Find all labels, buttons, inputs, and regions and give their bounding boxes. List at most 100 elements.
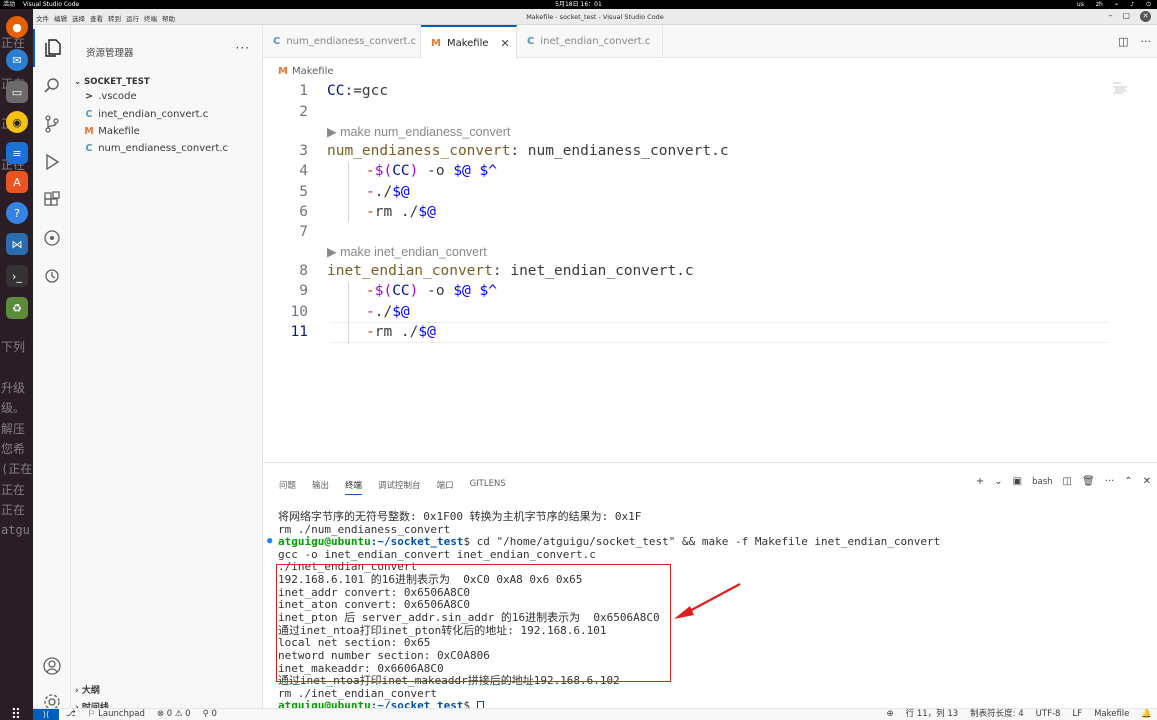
help-icon[interactable]: ? — [6, 202, 28, 224]
chevron-right-icon: > — [85, 91, 93, 102]
annotation-arrow — [674, 583, 741, 619]
sidebar-title: 资源管理器 — [86, 48, 134, 59]
thunderbird-icon[interactable]: ✉ — [6, 49, 28, 71]
maximize-icon[interactable]: ▢ — [1122, 11, 1130, 22]
code-token: CC — [392, 163, 410, 179]
problems-indicator[interactable]: ⊗ 0 ⚠ 0 — [157, 709, 191, 720]
code-token: $@ — [453, 163, 471, 179]
code-line[interactable]: 1 CC:=gcc — [230, 81, 1124, 101]
more-actions-icon[interactable]: ··· — [1141, 35, 1152, 48]
workspace-folder-label: SOCKET_TEST — [84, 77, 150, 87]
tab-problems[interactable]: 问题 — [279, 479, 296, 495]
tab-num-endianess-convert[interactable]: Cnum_endianess_convert.c — [263, 25, 421, 58]
remote-indicator-icon[interactable]: ⟩⟨ — [33, 709, 59, 720]
terminal-shell-label[interactable]: bash — [1032, 477, 1052, 487]
notifications-icon[interactable]: 🔔 — [1141, 709, 1152, 720]
code-line[interactable]: 4 -$(CC) -o $@ $^ — [230, 161, 1124, 181]
run-debug-icon[interactable] — [33, 143, 71, 181]
power-icon[interactable]: ⏻ — [1146, 0, 1151, 9]
code-editor[interactable]: 1 CC:=gcc 2 ▶ make num_endianess_convert … — [230, 73, 1124, 453]
terminal-dock-icon[interactable]: ›_ — [6, 265, 28, 287]
code-line[interactable]: 6 -rm ./$@ — [230, 202, 1124, 222]
outline-section[interactable]: › 大纲 — [75, 683, 100, 696]
rhythmbox-icon[interactable]: ◉ — [6, 111, 28, 133]
extensions-icon[interactable] — [33, 181, 71, 219]
code-line[interactable]: 5 -./$@ — [230, 182, 1124, 202]
line-number: 9 — [299, 283, 308, 299]
code-token: - — [366, 204, 375, 220]
workspace-folder[interactable]: ⌄ SOCKET_TEST — [74, 77, 150, 87]
desktop: 活动 Visual Studio Code 5月18日 16：01 us zh … — [0, 0, 1157, 720]
more-actions-icon[interactable]: ··· — [1105, 476, 1115, 487]
code-token: rm ./ — [374, 204, 419, 220]
gitlens-icon[interactable] — [33, 219, 71, 257]
tab-terminal[interactable]: 终端 — [345, 479, 363, 495]
writer-icon[interactable]: ≡ — [6, 142, 28, 164]
command-decoration-icon[interactable]: ● — [267, 535, 272, 548]
split-editor-icon[interactable]: ◫ — [1118, 35, 1128, 48]
terminal-shell-icon: ▣ — [1012, 476, 1023, 487]
close-panel-icon[interactable]: ✕ — [1143, 476, 1151, 487]
code-token: : num_endianess_convert.c — [510, 143, 729, 159]
status-bar: ⟩⟨ ⎇ ⚐ Launchpad ⊗ 0 ⚠ 0 ⚲ 0 ⊕ 行 11，列 13… — [33, 708, 1157, 720]
minimize-icon[interactable]: – — [1108, 11, 1112, 22]
close-tab-icon[interactable]: ✕ — [501, 37, 510, 50]
code-line[interactable]: 2 — [230, 102, 1124, 122]
vscode-dock-icon[interactable]: ⋈ — [6, 233, 28, 255]
tab-debug-console[interactable]: 调试控制台 — [378, 479, 421, 495]
code-line[interactable]: 8 inet_endian_convert: inet_endian_conver… — [230, 261, 1124, 281]
split-terminal-icon[interactable]: ◫ — [1063, 476, 1072, 487]
code-token: $@ — [418, 324, 436, 340]
code-line[interactable]: 3 num_endianess_convert: num_endianess_co… — [230, 141, 1124, 161]
code-line[interactable]: 9 -$(CC) -o $@ $^ — [230, 281, 1124, 301]
code-token: - — [366, 184, 375, 200]
tab-gitlens[interactable]: GITLENS — [470, 479, 506, 495]
network-icon[interactable]: ⌁ — [1115, 0, 1119, 9]
tree-item-label: .vscode — [98, 91, 137, 102]
code-line[interactable]: 7 — [230, 222, 1124, 242]
clock[interactable]: 5月18日 16：01 — [0, 0, 1157, 9]
language-mode[interactable]: Makefile — [1094, 709, 1129, 720]
software-icon[interactable]: A — [6, 171, 28, 193]
line-number: 6 — [299, 204, 308, 220]
tab-output[interactable]: 输出 — [312, 479, 329, 495]
volume-icon[interactable]: ♪ — [1130, 0, 1134, 9]
more-actions-icon[interactable]: ··· — [236, 41, 250, 55]
code-token: - — [366, 304, 375, 320]
maximize-panel-icon[interactable]: ⌃ — [1124, 476, 1132, 487]
files-icon[interactable]: ▭ — [6, 81, 28, 103]
source-control-icon[interactable] — [33, 105, 71, 143]
trash-icon[interactable]: ♻ — [6, 297, 28, 319]
code-token: $^ — [479, 163, 497, 179]
sync-icon[interactable]: ⎇ — [66, 709, 76, 720]
zoom-icon[interactable]: ⊕ — [887, 709, 894, 720]
window-title: Makefile - socket_test - Visual Studio C… — [526, 13, 664, 21]
launchpad-item[interactable]: ⚐ Launchpad — [88, 709, 145, 720]
show-apps-icon[interactable]: ⠿ — [5, 705, 27, 720]
search-icon[interactable] — [33, 67, 71, 105]
codelens-make-num-endianess[interactable]: ▶ make num_endianess_convert — [327, 122, 510, 142]
firefox-icon[interactable]: ● — [6, 16, 28, 38]
code-token: $@ — [418, 204, 436, 220]
remote-explorer-icon[interactable] — [33, 257, 71, 295]
new-terminal-icon[interactable]: + — [976, 476, 984, 487]
codelens-make-inet-endian[interactable]: ▶ make inet_endian_convert — [327, 242, 487, 262]
tab-inet-endian-convert[interactable]: Cinet_endian_convert.c — [517, 25, 663, 58]
code-line[interactable]: 11 -rm ./$@ — [230, 322, 1124, 342]
ports-indicator[interactable]: ⚲ 0 — [203, 709, 217, 720]
input-method-indicator[interactable]: us — [1077, 0, 1084, 9]
indentation[interactable]: 制表符长度: 4 — [970, 709, 1023, 720]
explorer-icon[interactable] — [33, 29, 71, 67]
end-of-line[interactable]: LF — [1072, 709, 1082, 720]
kill-terminal-icon[interactable]: 🗑 — [1082, 476, 1095, 487]
language-indicator[interactable]: zh — [1096, 0, 1103, 9]
tab-makefile[interactable]: M Makefile ✕ — [421, 25, 517, 59]
encoding[interactable]: UTF-8 — [1036, 709, 1061, 720]
tab-ports[interactable]: 端口 — [437, 479, 454, 495]
close-icon[interactable]: ✕ — [1140, 11, 1151, 22]
code-line[interactable]: 10 -./$@ — [230, 302, 1124, 322]
chevron-down-icon[interactable]: ⌄ — [994, 476, 1002, 487]
cursor-position[interactable]: 行 11，列 13 — [906, 709, 959, 720]
code-token: CC — [327, 83, 345, 99]
accounts-icon[interactable] — [33, 647, 71, 685]
